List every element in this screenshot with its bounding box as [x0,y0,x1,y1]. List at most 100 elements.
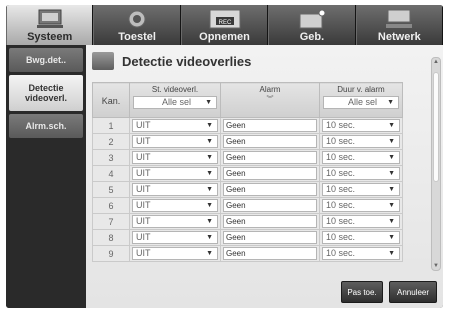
duur-cell: 10 sec. ▼ [319,181,403,198]
tab-netwerk[interactable]: Netwerk [355,5,443,45]
table-row: 8 UIT ▼ Geen 10 sec. ▼ [92,229,403,246]
st-videoverl-select[interactable]: UIT ▼ [132,215,218,228]
alarm-field[interactable]: Geen [223,167,317,180]
chevron-down-icon: ▼ [206,170,213,177]
duur-cell: 10 sec. ▼ [319,213,403,230]
duur-select[interactable]: 10 sec. ▼ [322,135,400,148]
duur-select[interactable]: 10 sec. ▼ [322,119,400,132]
scrollbar-thumb[interactable] [433,72,439,182]
sidebar-item-bwg-det[interactable]: Bwg.det.. [9,48,83,72]
alarm-cell: Geen [220,213,320,230]
channel-number: 9 [92,245,130,262]
scroll-down-icon[interactable]: ▼ [433,263,439,269]
tab-systeem[interactable]: Systeem [6,5,94,45]
network-icon [386,9,413,28]
st-videoverl-select[interactable]: UIT ▼ [132,151,218,164]
st-videoverl-cell: UIT ▼ [129,149,221,166]
st-videoverl-select[interactable]: UIT ▼ [132,119,218,132]
table-row: 2 UIT ▼ Geen 10 sec. ▼ [92,133,403,150]
st-videoverl-select[interactable]: UIT ▼ [132,199,218,212]
st-videoverl-cell: UIT ▼ [129,117,221,134]
chevron-down-icon: ▼ [388,250,395,257]
duur-select[interactable]: 10 sec. ▼ [322,151,400,164]
duur-select[interactable]: 10 sec. ▼ [322,183,400,196]
alarm-expand-icon[interactable]: ︾ [224,94,316,104]
table-row: 7 UIT ▼ Geen 10 sec. ▼ [92,213,403,230]
alarm-field[interactable]: Geen [223,215,317,228]
duur-select[interactable]: 10 sec. ▼ [322,231,400,244]
select-all-st-videoverl[interactable]: Alle sel ▼ [133,96,217,109]
alarm-field[interactable]: Geen [223,183,317,196]
chevron-down-icon: ▼ [205,99,212,106]
apply-button[interactable]: Pas toe. [341,281,383,303]
duur-select[interactable]: 10 sec. ▼ [322,215,400,228]
alarm-field[interactable]: Geen [223,247,317,260]
duur-cell: 10 sec. ▼ [319,149,403,166]
sidebar-item-alrm-sch[interactable]: Alrm.sch. [9,114,83,138]
channel-number: 8 [92,229,130,246]
alarm-cell: Geen [220,229,320,246]
duur-cell: 10 sec. ▼ [319,165,403,182]
duur-cell: 10 sec. ▼ [319,133,403,150]
channel-number: 1 [92,117,130,134]
scroll-up-icon[interactable]: ▲ [433,59,439,65]
st-videoverl-select[interactable]: UIT ▼ [132,247,218,260]
alarm-cell: Geen [220,117,320,134]
st-videoverl-select[interactable]: UIT ▼ [132,183,218,196]
table-row: 1 UIT ▼ Geen 10 sec. ▼ [92,117,403,134]
chevron-down-icon: ▼ [388,186,395,193]
chevron-down-icon: ▼ [206,250,213,257]
duur-select[interactable]: 10 sec. ▼ [322,167,400,180]
alarm-field[interactable]: Geen [223,151,317,164]
video-loss-icon [92,52,114,70]
alarm-field[interactable]: Geen [223,119,317,132]
tab-geb[interactable]: Geb. [268,5,356,45]
st-videoverl-select[interactable]: UIT ▼ [132,135,218,148]
tab-toestel[interactable]: Toestel [93,5,181,45]
duur-cell: 10 sec. ▼ [319,117,403,134]
chevron-down-icon: ▼ [388,154,395,161]
chevron-down-icon: ▼ [206,154,213,161]
page-title: Detectie videoverlies [122,54,252,69]
alarm-field[interactable]: Geen [223,199,317,212]
chevron-down-icon: ▼ [388,138,395,145]
chevron-down-icon: ▼ [388,218,395,225]
duur-select[interactable]: 10 sec. ▼ [322,247,400,260]
column-header-duur: Duur v. alarm Alle sel ▼ [319,82,403,118]
channel-number: 4 [92,165,130,182]
table-row: 4 UIT ▼ Geen 10 sec. ▼ [92,165,403,182]
alarm-field[interactable]: Geen [223,135,317,148]
channel-number: 6 [92,197,130,214]
st-videoverl-select[interactable]: UIT ▼ [132,231,218,244]
chevron-down-icon: ▼ [387,99,394,106]
chevron-down-icon: ▼ [206,202,213,209]
tab-opnemen[interactable]: REC Opnemen [180,5,269,45]
table-row: 3 UIT ▼ Geen 10 sec. ▼ [92,149,403,166]
alarm-cell: Geen [220,197,320,214]
column-header-alarm: Alarm ︾ [220,82,320,118]
cancel-button[interactable]: Annuleer [389,281,437,303]
dvr-settings-window: Systeem Toestel REC Opnemen Geb. Netwerk… [6,5,443,308]
column-header-kan: Kan. [92,82,130,118]
channel-number: 7 [92,213,130,230]
sidebar-item-detectie-videoverl[interactable]: Detectie videoverl. [9,75,83,111]
st-videoverl-select[interactable]: UIT ▼ [132,167,218,180]
chevron-down-icon: ▼ [388,122,395,129]
select-all-duur[interactable]: Alle sel ▼ [323,96,399,109]
chevron-down-icon: ▼ [388,234,395,241]
st-videoverl-cell: UIT ▼ [129,181,221,198]
main-panel: Detectie videoverlies Kan. St. videoverl… [86,45,443,308]
chevron-down-icon: ▼ [206,138,213,145]
chevron-down-icon: ▼ [206,218,213,225]
st-videoverl-cell: UIT ▼ [129,213,221,230]
st-videoverl-cell: UIT ▼ [129,229,221,246]
alarm-cell: Geen [220,133,320,150]
duur-select[interactable]: 10 sec. ▼ [322,199,400,212]
alarm-cell: Geen [220,149,320,166]
scrollbar[interactable]: ▲ ▼ [431,57,441,271]
alarm-field[interactable]: Geen [223,231,317,244]
duur-cell: 10 sec. ▼ [319,197,403,214]
table-row: 5 UIT ▼ Geen 10 sec. ▼ [92,181,403,198]
st-videoverl-cell: UIT ▼ [129,133,221,150]
video-loss-table: Kan. St. videoverl. Alle sel ▼ Alarm ︾ D… [92,82,403,262]
